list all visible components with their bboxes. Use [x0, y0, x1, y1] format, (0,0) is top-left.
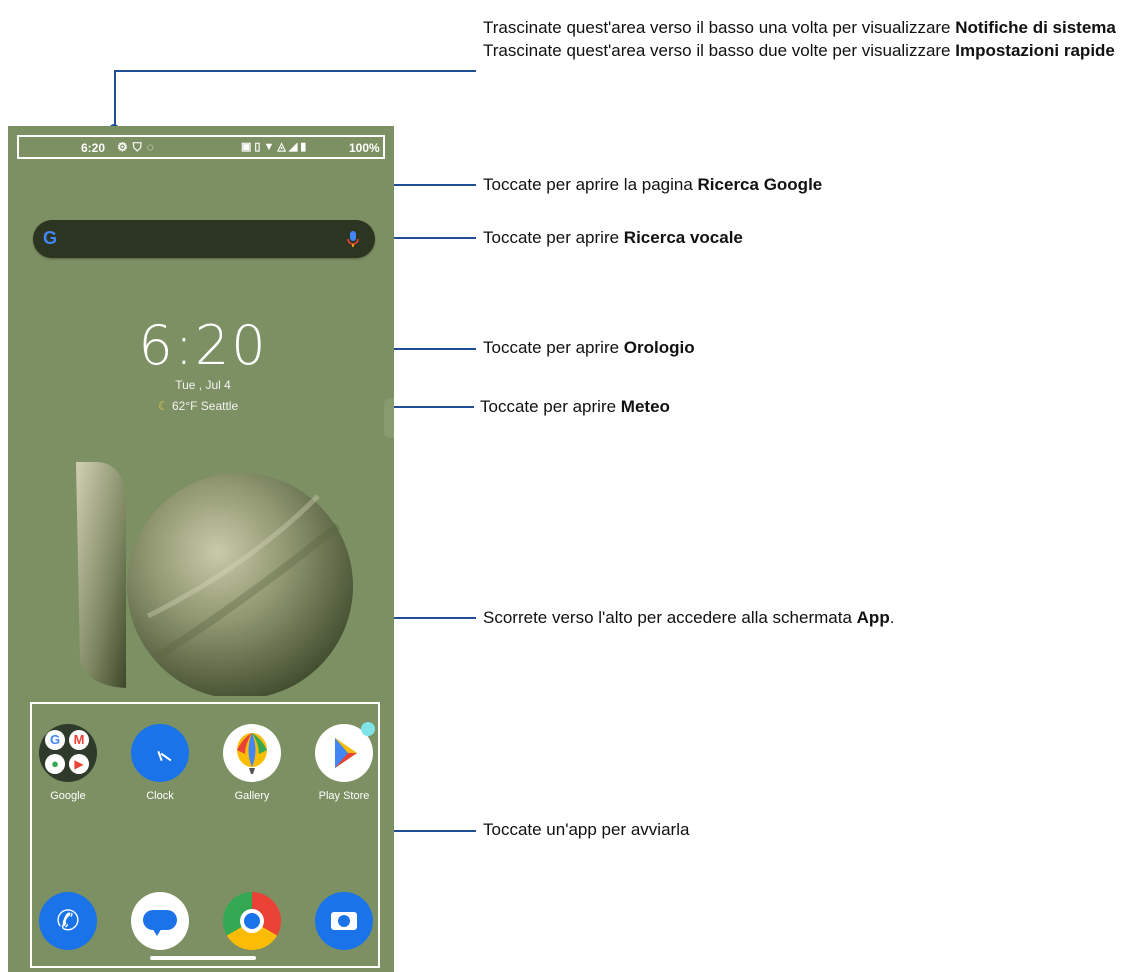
app-google[interactable]: G M ● ▶ Google — [28, 724, 108, 802]
battery-percent: 100% — [349, 141, 380, 155]
app-chrome[interactable] — [212, 892, 292, 950]
annotation-text: Trascinate quest'area verso il basso una… — [483, 18, 956, 37]
clock-widget-date: Tue , Jul 4 — [175, 378, 231, 392]
annotation-text: Toccate per aprire — [483, 338, 624, 357]
statusbar-annotation: Trascinate quest'area verso il basso una… — [483, 16, 1143, 62]
wifi-icon: ▼ — [263, 141, 278, 153]
app-play-store[interactable]: Play Store — [304, 722, 384, 802]
annotation-text: Trascinate quest'area verso il basso due… — [483, 41, 956, 60]
play-store-icon — [315, 722, 375, 782]
clock-annotation: Toccate per aprire Orologio — [483, 338, 695, 358]
app-phone[interactable]: ✆ — [28, 892, 108, 950]
messages-icon — [131, 892, 189, 950]
app-label: Gallery — [234, 790, 270, 802]
launch-app-annotation: Toccate un'app per avviarla — [483, 820, 689, 840]
callout-line — [114, 70, 476, 72]
gesture-nav-bar[interactable] — [150, 956, 256, 960]
phone-icon: ✆ — [39, 892, 97, 950]
signal-icon: ◢ — [288, 141, 301, 153]
status-left-icons: ⚙⛉◌ — [117, 140, 159, 155]
app-camera[interactable] — [304, 892, 384, 950]
status-bar[interactable]: 6:20 ⚙⛉◌ ▣▯▼◬◢▮ 100% — [17, 135, 385, 159]
wallpaper-logo — [76, 462, 353, 696]
annotation-bold: Ricerca vocale — [623, 228, 743, 247]
annotation-bold: Notifiche di sistema — [955, 18, 1116, 37]
data-icon: ◬ — [277, 141, 289, 153]
annotation-text: Toccate un'app per avviarla — [483, 820, 690, 839]
annotation-text: . — [889, 608, 895, 627]
annotation-text: Scorrete verso l'alto per accedere alla … — [483, 608, 857, 627]
weather-text: 62°F Seattle — [171, 399, 239, 413]
app-label: Google — [50, 790, 86, 802]
camera-icon — [315, 892, 373, 950]
annotation-bold: App — [856, 608, 890, 627]
annotation-bold: Impostazioni rapide — [955, 41, 1115, 60]
google-search-bar[interactable]: G — [33, 220, 375, 258]
app-gallery[interactable]: Gallery — [212, 724, 292, 802]
google-folder-icon: G M ● ▶ — [39, 724, 97, 782]
settings-icon: ⚙ — [117, 140, 133, 154]
callout-line — [386, 830, 476, 832]
weather-annotation: Toccate per aprire Meteo — [480, 397, 670, 417]
phone-home-screen: 6:20 ⚙⛉◌ ▣▯▼◬◢▮ 100% G 6:20 Tue , Jul 4 … — [8, 126, 394, 972]
apps-screen-annotation: Scorrete verso l'alto per accedere alla … — [483, 608, 894, 628]
voice-search-annotation: Toccate per aprire Ricerca vocale — [483, 228, 743, 248]
mic-icon[interactable] — [343, 229, 363, 249]
clock-widget-time[interactable]: 6:20 — [53, 314, 353, 377]
callout-line — [114, 70, 116, 128]
annotation-text: Toccate per aprire la pagina — [483, 175, 698, 194]
chrome-icon — [223, 892, 281, 950]
app-label: Play Store — [318, 790, 370, 802]
app-dock: G M ● ▶ Google Clock Gallery Play Store … — [30, 702, 380, 968]
app-clock[interactable]: Clock — [120, 724, 200, 802]
notification-dot — [361, 722, 375, 736]
annotation-text: Toccate per aprire — [480, 397, 621, 416]
shield-icon: ⛉ — [132, 140, 147, 154]
app-messages[interactable] — [120, 892, 200, 950]
moon-icon: ☾ — [157, 399, 169, 413]
edge-panel-handle[interactable] — [384, 398, 394, 438]
annotation-bold: Meteo — [620, 397, 670, 416]
gallery-icon — [223, 724, 281, 782]
annotation-bold: Ricerca Google — [697, 175, 823, 194]
balloon-icon — [237, 733, 267, 774]
battery-icon: ▮ — [300, 141, 310, 153]
google-logo-icon: G — [43, 228, 58, 248]
annotation-text: Toccate per aprire — [483, 228, 624, 247]
annotation-bold: Orologio — [623, 338, 695, 357]
google-search-annotation: Toccate per aprire la pagina Ricerca Goo… — [483, 175, 822, 195]
weather-widget[interactable]: ☾ 62°F Seattle — [53, 399, 343, 413]
notification-icon: ◌ — [146, 140, 159, 154]
app-label: Clock — [146, 790, 174, 802]
nfc-icon: ▣ — [241, 141, 255, 153]
clock-icon — [131, 724, 189, 782]
status-time: 6:20 — [81, 141, 106, 155]
status-right-icons: ▣▯▼◬◢▮ — [241, 140, 309, 153]
